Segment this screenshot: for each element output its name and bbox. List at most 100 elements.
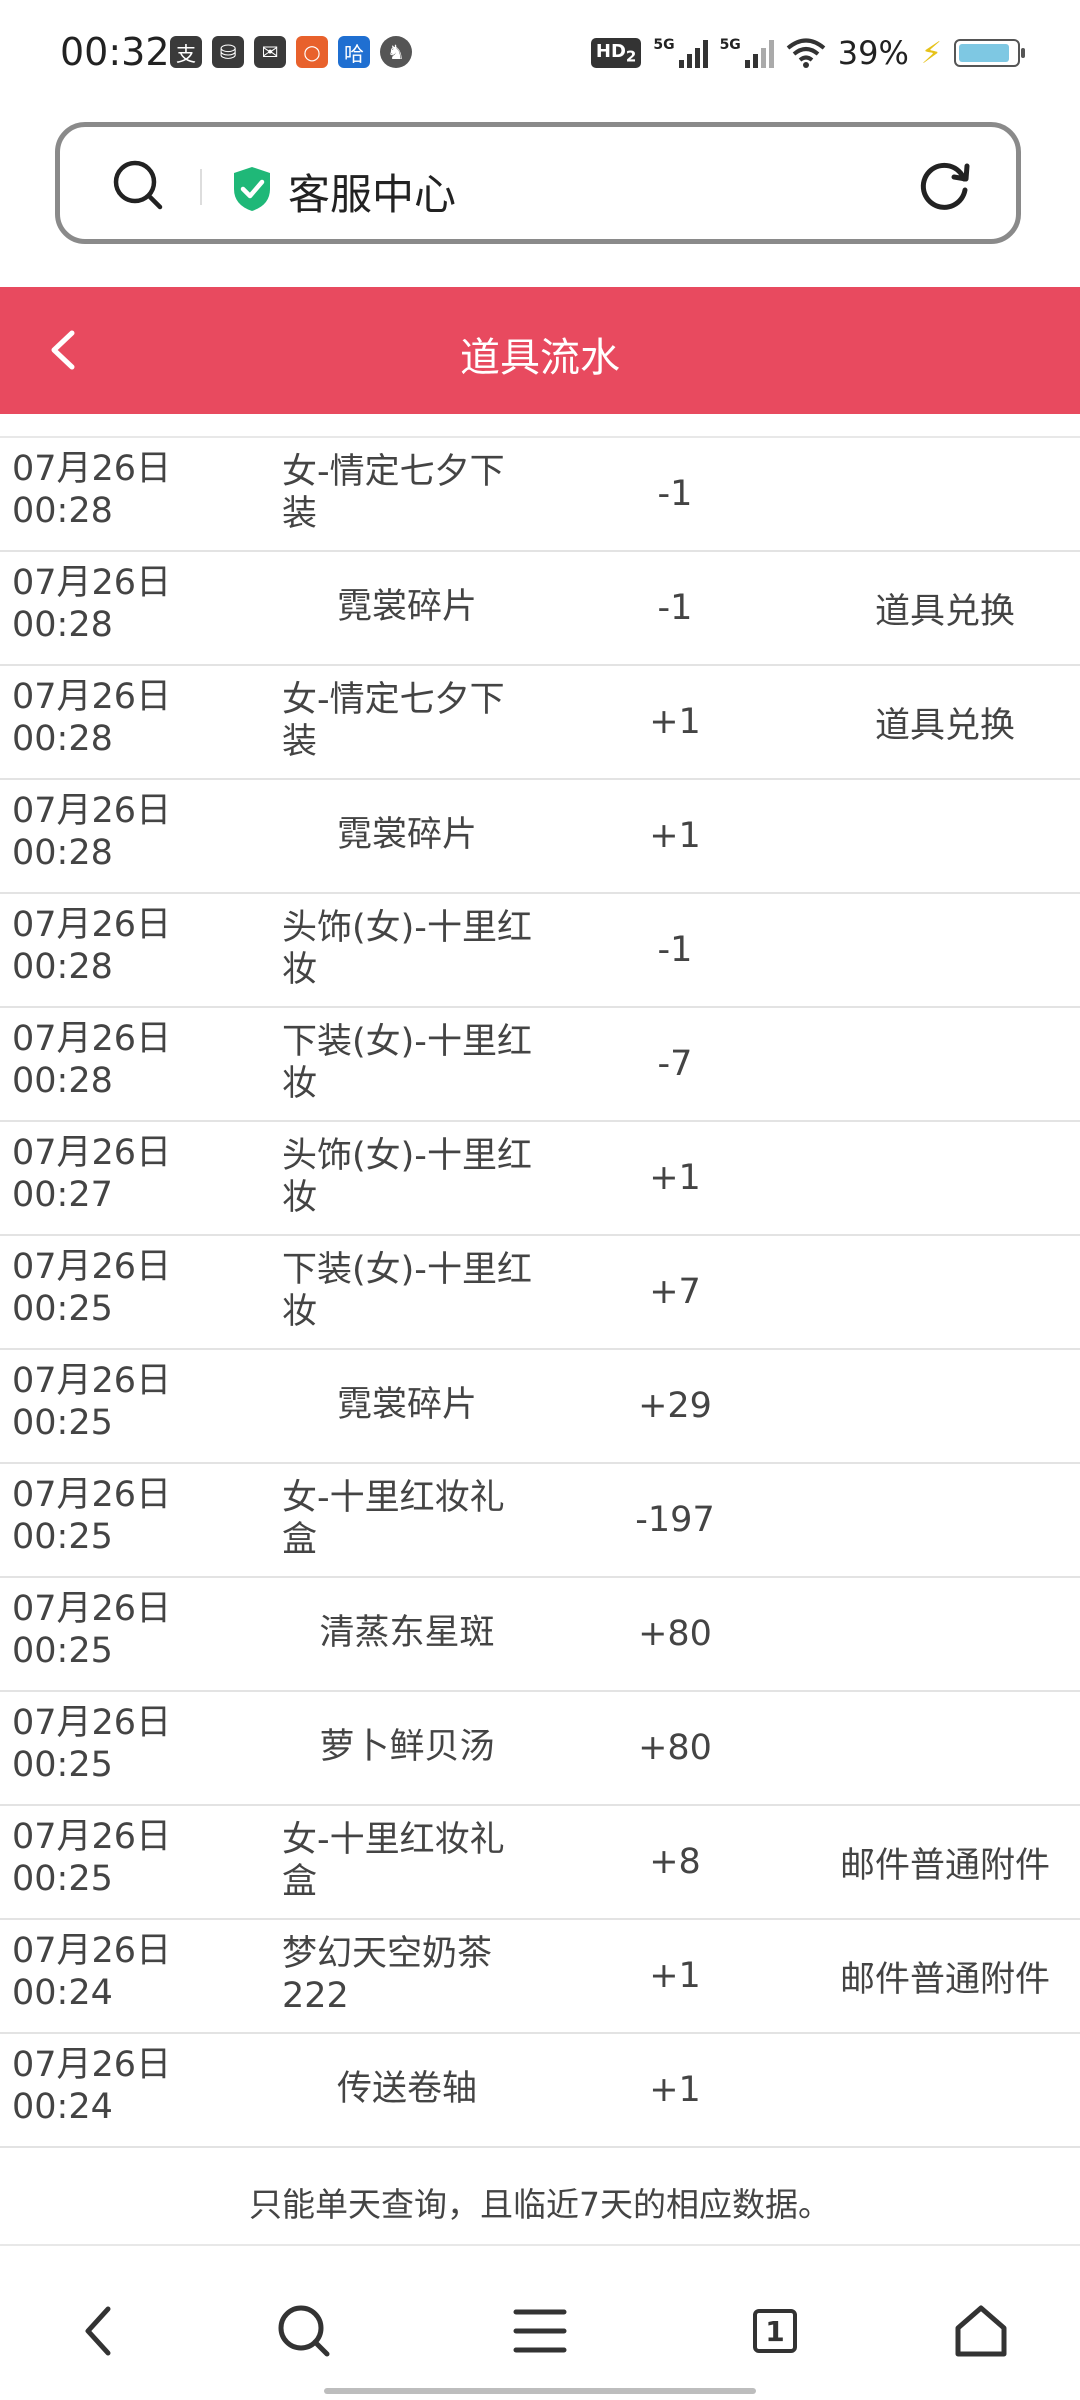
gesture-bar[interactable]	[324, 2388, 756, 2394]
row-clock: 00:24	[12, 2087, 113, 2127]
status-time: 00:32	[60, 30, 170, 74]
system-indicators: HD2 5G 5G 39% ⚡	[590, 34, 1025, 72]
list-item: 07月26日 00:28 下装(女)-十里红妆 -7	[0, 1008, 1080, 1122]
row-item-name-cell: 霓裳碎片	[282, 562, 532, 652]
reload-icon[interactable]	[916, 157, 974, 215]
nav-search-button[interactable]	[269, 2296, 339, 2366]
row-date: 07月26日	[12, 1019, 172, 1059]
row-delta: +1	[649, 702, 701, 742]
item-flow-list[interactable]: 07月26日 00:28 女-情定七夕下装 -1 07月26日 00:28 霓裳碎片 -1 道具…	[0, 436, 1080, 2148]
row-item-name-cell: 传送卷轴	[282, 2044, 532, 2134]
charging-icon: ⚡	[920, 35, 942, 71]
row-clock: 00:28	[12, 947, 113, 987]
row-time: 07月26日 00:27	[12, 1132, 222, 1216]
row-item-name-cell: 梦幻天空奶茶222	[282, 1930, 532, 2020]
row-date: 07月26日	[12, 1475, 172, 1515]
row-delta: -1	[657, 474, 693, 514]
list-item: 07月26日 00:25 女-十里红妆礼盒 +8 邮件普通附件	[0, 1806, 1080, 1920]
shield-check-icon	[234, 167, 270, 211]
row-delta: +8	[649, 1842, 701, 1882]
row-source	[800, 1464, 1080, 1576]
list-item: 07月26日 00:28 女-情定七夕下装 -1	[0, 438, 1080, 552]
list-item: 07月26日 00:24 梦幻天空奶茶222 +1 邮件普通附件	[0, 1920, 1080, 2034]
battery-icon	[954, 39, 1025, 67]
hd-badge: HD2	[590, 37, 642, 69]
row-source	[800, 1236, 1080, 1348]
row-time: 07月26日 00:25	[12, 1702, 222, 1786]
row-item-name-cell: 头饰(女)-十里红妆	[282, 904, 532, 994]
row-clock: 00:25	[12, 1289, 113, 1329]
row-date: 07月26日	[12, 1817, 172, 1857]
row-date: 07月26日	[12, 563, 172, 603]
row-clock: 00:27	[12, 1175, 113, 1215]
row-delta: +1	[649, 1158, 701, 1198]
row-time: 07月26日 00:28	[12, 676, 222, 760]
row-date: 07月26日	[12, 1931, 172, 1971]
list-item: 07月26日 00:25 霓裳碎片 +29	[0, 1350, 1080, 1464]
row-item-name: 下装(女)-十里红妆	[282, 1022, 532, 1104]
hello-app-icon: 哈	[338, 36, 370, 68]
row-date: 07月26日	[12, 1133, 172, 1173]
address-divider	[200, 169, 202, 205]
row-source	[800, 1578, 1080, 1690]
row-source	[800, 1122, 1080, 1234]
page-header: 道具流水	[0, 287, 1080, 414]
row-item-name: 女-情定七夕下装	[282, 452, 505, 534]
row-item-name-cell: 霓裳碎片	[282, 1360, 532, 1450]
row-date: 07月26日	[12, 1247, 172, 1287]
list-item: 07月26日 00:27 头饰(女)-十里红妆 +1	[0, 1122, 1080, 1236]
row-date: 07月26日	[12, 1589, 172, 1629]
row-item-name: 霓裳碎片	[336, 587, 477, 627]
row-item-name-cell: 头饰(女)-十里红妆	[282, 1132, 532, 1222]
row-item-name: 头饰(女)-十里红妆	[282, 908, 532, 990]
row-source: 邮件普通附件	[839, 1845, 1050, 1886]
row-time: 07月26日 00:28	[12, 790, 222, 874]
home-icon	[955, 2305, 1007, 2357]
row-clock: 00:25	[12, 1631, 113, 1671]
list-item: 07月26日 00:25 女-十里红妆礼盒 -197	[0, 1464, 1080, 1578]
row-delta: +1	[649, 2070, 701, 2110]
status-bar: 00:32 支 ⛁ ✉ ○ 哈 ♞ HD2 5G 5G 39% ⚡	[0, 0, 1080, 112]
row-date: 07月26日	[12, 905, 172, 945]
list-item: 07月26日 00:28 霓裳碎片 +1	[0, 780, 1080, 894]
row-clock: 00:28	[12, 605, 113, 645]
row-delta: +29	[638, 1386, 712, 1426]
row-delta: -197	[635, 1500, 715, 1540]
row-time: 07月26日 00:25	[12, 1474, 222, 1558]
signal-2-icon: 5G	[720, 38, 774, 68]
row-item-name: 清蒸东星斑	[319, 1613, 495, 1653]
nav-menu-button[interactable]	[505, 2296, 575, 2366]
row-item-name: 女-情定七夕下装	[282, 680, 505, 762]
row-delta: +80	[638, 1728, 712, 1768]
row-source: 邮件普通附件	[839, 1959, 1050, 2000]
battery-percent: 39%	[837, 34, 909, 72]
address-text[interactable]: 客服中心	[288, 161, 456, 222]
row-item-name: 下装(女)-十里红妆	[282, 1250, 532, 1332]
row-item-name-cell: 下装(女)-十里红妆	[282, 1018, 532, 1108]
row-delta: -1	[657, 930, 693, 970]
search-icon[interactable]	[110, 157, 166, 213]
notification-icons: 支 ⛁ ✉ ○ 哈 ♞	[170, 36, 412, 68]
nav-home-button[interactable]	[946, 2296, 1016, 2366]
wifi-icon	[786, 38, 826, 68]
row-clock: 00:25	[12, 1517, 113, 1557]
row-source	[800, 1008, 1080, 1120]
row-delta: -1	[657, 588, 693, 628]
row-clock: 00:25	[12, 1745, 113, 1785]
row-item-name: 女-十里红妆礼盒	[282, 1478, 505, 1560]
list-item: 07月26日 00:28 女-情定七夕下装 +1 道具兑换	[0, 666, 1080, 780]
row-time: 07月26日 00:28	[12, 448, 222, 532]
row-item-name: 霓裳碎片	[336, 815, 477, 855]
row-delta: +1	[649, 1956, 701, 1996]
nav-back-button[interactable]	[64, 2296, 134, 2366]
row-time: 07月26日 00:28	[12, 904, 222, 988]
list-item: 07月26日 00:25 萝卜鲜贝汤 +80	[0, 1692, 1080, 1806]
row-date: 07月26日	[12, 791, 172, 831]
row-time: 07月26日 00:25	[12, 1360, 222, 1444]
row-time: 07月26日 00:25	[12, 1588, 222, 1672]
row-item-name-cell: 霓裳碎片	[282, 790, 532, 880]
nav-tabs-button[interactable]: 1	[740, 2296, 810, 2366]
row-time: 07月26日 00:25	[12, 1816, 222, 1900]
address-bar[interactable]: 客服中心	[55, 122, 1021, 244]
row-date: 07月26日	[12, 1361, 172, 1401]
